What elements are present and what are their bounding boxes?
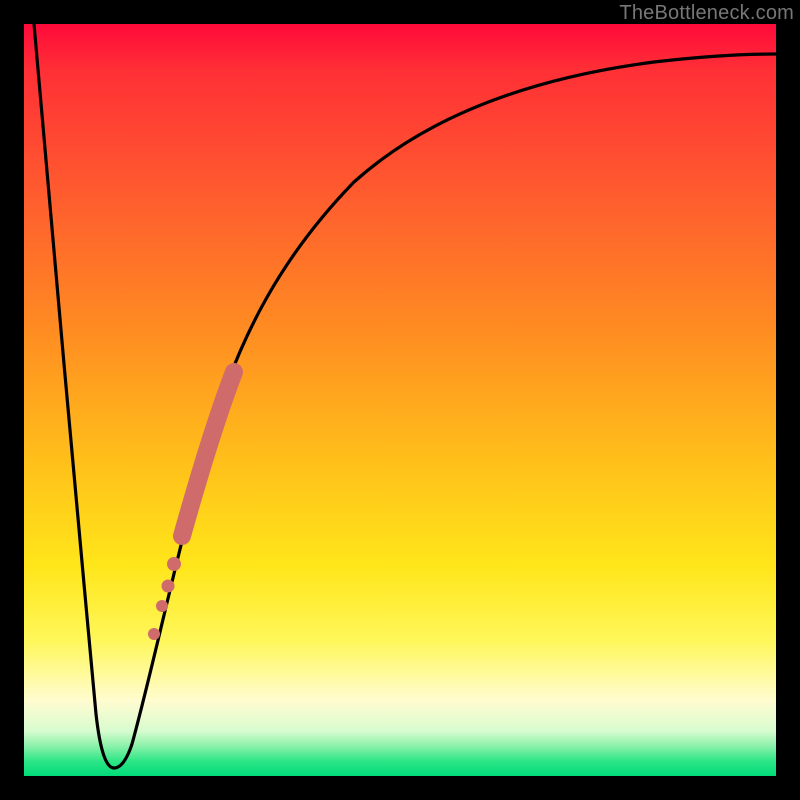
attribution-text: TheBottleneck.com (619, 2, 794, 25)
highlight-dot (162, 580, 175, 593)
highlight-dot (148, 628, 160, 640)
bottleneck-curve (34, 24, 776, 768)
highlight-dot (156, 600, 168, 612)
highlight-dot (167, 557, 181, 571)
highlight-segment (182, 372, 234, 536)
chart-frame: TheBottleneck.com (0, 0, 800, 800)
chart-svg (24, 24, 776, 776)
